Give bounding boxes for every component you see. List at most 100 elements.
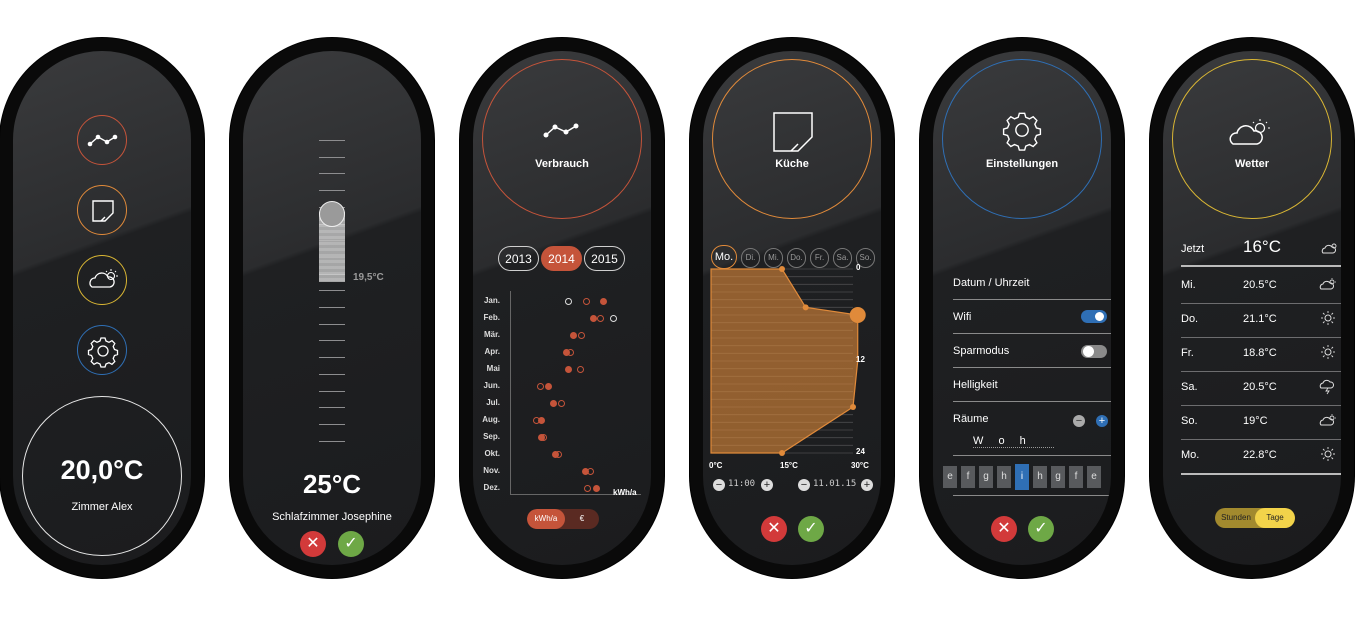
- room-icon: [92, 200, 114, 222]
- confirm-button[interactable]: ✓: [798, 516, 824, 542]
- month-label: Dez.: [483, 483, 500, 492]
- letter-key[interactable]: h: [997, 466, 1011, 488]
- hour-tick-label: 0: [856, 263, 861, 272]
- weather-screen: Wetter Jetzt 16°C Mi. 20.5°C Do. 21.1°C Fr. 1…: [1163, 51, 1341, 565]
- slider-handle[interactable]: [319, 201, 345, 227]
- month-label: Jun.: [483, 381, 500, 390]
- settings-screen: Einstellungen Datum / Uhrzeit Wifi Sparm…: [933, 51, 1111, 565]
- device-overview: 20,0°C Zimmer Alex: [0, 38, 204, 578]
- thunder-icon: [1319, 379, 1337, 395]
- confirm-button[interactable]: ✓: [338, 531, 364, 557]
- sun-icon: [1319, 345, 1337, 360]
- scale-tick: [319, 190, 345, 192]
- letter-key[interactable]: f: [961, 466, 975, 488]
- month-label: Apr.: [484, 347, 500, 356]
- room-nav-button[interactable]: [77, 185, 127, 235]
- data-point: [610, 315, 617, 322]
- year-2014-tab[interactable]: 2014: [541, 246, 582, 271]
- cancel-button[interactable]: ✕: [991, 516, 1017, 542]
- scale-tick: [319, 373, 345, 375]
- chart-icon: [543, 123, 579, 138]
- forecast-temp: 21.1°C: [1243, 313, 1277, 325]
- forecast-day: So.: [1181, 415, 1198, 427]
- letter-key[interactable]: g: [1051, 466, 1065, 488]
- forecast-day: Do.: [1181, 313, 1199, 325]
- date-minus-button[interactable]: −: [798, 479, 810, 491]
- letter-key[interactable]: e: [1087, 466, 1101, 488]
- letter-key[interactable]: h: [1033, 466, 1047, 488]
- weather-now-row: Jetzt 16°C: [1181, 235, 1341, 261]
- rooms-setting[interactable]: Räume: [953, 413, 1111, 425]
- cancel-button[interactable]: ✕: [300, 531, 326, 557]
- hour-tick-label: 24: [856, 447, 865, 456]
- room-add-button[interactable]: +: [1096, 415, 1108, 427]
- divider: [1181, 473, 1341, 475]
- scale-tick: [319, 440, 345, 442]
- wifi-toggle[interactable]: [1081, 310, 1107, 323]
- data-point: [558, 400, 565, 407]
- range-toggle[interactable]: Stunden Tage: [1215, 508, 1295, 528]
- unit-toggle-kwh[interactable]: kWh/a: [527, 509, 565, 529]
- sparmodus-toggle[interactable]: [1081, 345, 1107, 358]
- unit-toggle-euro[interactable]: €: [565, 509, 599, 529]
- forecast-row: So. 19°C: [1181, 409, 1341, 433]
- profile-point: [779, 266, 785, 272]
- settings-title: Einstellungen: [985, 158, 1059, 170]
- current-room-dial[interactable]: 20,0°C Zimmer Alex: [22, 396, 182, 556]
- check-icon: ✓: [804, 520, 818, 537]
- month-label: Aug.: [482, 415, 500, 424]
- sparmodus-toggle-knob: [1083, 346, 1094, 357]
- settings-nav-button[interactable]: [77, 325, 127, 375]
- year-2015-tab[interactable]: 2015: [584, 246, 625, 271]
- data-point: [593, 485, 600, 492]
- forecast-row: Mi. 20.5°C: [1181, 273, 1341, 297]
- letter-key[interactable]: e: [943, 466, 957, 488]
- room-remove-button[interactable]: −: [1073, 415, 1085, 427]
- time-minus-button[interactable]: −: [713, 479, 725, 491]
- weather-title: Wetter: [1234, 158, 1270, 170]
- divider: [1181, 371, 1341, 372]
- target-temperature: 25°C: [302, 469, 362, 499]
- room-name-input[interactable]: W o h: [973, 435, 1054, 448]
- check-icon: ✓: [1034, 520, 1048, 537]
- weather-nav-button[interactable]: [77, 255, 127, 305]
- letter-key[interactable]: f: [1069, 466, 1083, 488]
- unit-toggle[interactable]: kWh/a €: [527, 509, 599, 529]
- date-plus-button[interactable]: +: [861, 479, 873, 491]
- date-value[interactable]: 11.01.15: [813, 479, 856, 489]
- forecast-temp: 18.8°C: [1243, 347, 1277, 359]
- data-point: [567, 349, 574, 356]
- close-icon: ✕: [306, 535, 320, 552]
- letter-key[interactable]: i: [1015, 464, 1029, 490]
- brightness-setting[interactable]: Helligkeit: [953, 379, 1111, 391]
- close-icon: ✕: [997, 520, 1011, 537]
- consumption-nav-button[interactable]: [77, 115, 127, 165]
- sun-icon: [1319, 311, 1337, 326]
- data-point: [565, 298, 572, 305]
- divider: [1181, 439, 1341, 440]
- range-toggle-days[interactable]: Tage: [1255, 508, 1295, 528]
- forecast-row: Fr. 18.8°C: [1181, 341, 1341, 365]
- confirm-button[interactable]: ✓: [1028, 516, 1054, 542]
- time-value[interactable]: 11:00: [728, 479, 755, 489]
- range-toggle-hours[interactable]: Stunden: [1215, 508, 1257, 528]
- scale-tick: [319, 156, 345, 158]
- data-point: [570, 332, 577, 339]
- month-label: Nov.: [483, 466, 500, 475]
- current-room-name: Zimmer Alex: [71, 501, 133, 513]
- divider: [953, 367, 1111, 368]
- scale-tick: [319, 307, 345, 308]
- forecast-temp: 20.5°C: [1243, 279, 1277, 291]
- forecast-day: Mo.: [1181, 449, 1200, 461]
- datetime-setting[interactable]: Datum / Uhrzeit: [953, 277, 1111, 289]
- data-point: [587, 468, 594, 475]
- divider: [953, 455, 1111, 456]
- time-plus-button[interactable]: +: [761, 479, 773, 491]
- divider: [1181, 303, 1341, 304]
- letter-key[interactable]: g: [979, 466, 993, 488]
- cancel-button[interactable]: ✕: [761, 516, 787, 542]
- device-room-schedule: Küche Mo. Di. Mi. Do. Fr. Sa. So. 0 12 24 0°C 15°C…: [690, 38, 894, 578]
- year-2013-tab[interactable]: 2013: [498, 246, 539, 271]
- data-point: [533, 417, 540, 424]
- forecast-row: Mo. 22.8°C: [1181, 443, 1341, 467]
